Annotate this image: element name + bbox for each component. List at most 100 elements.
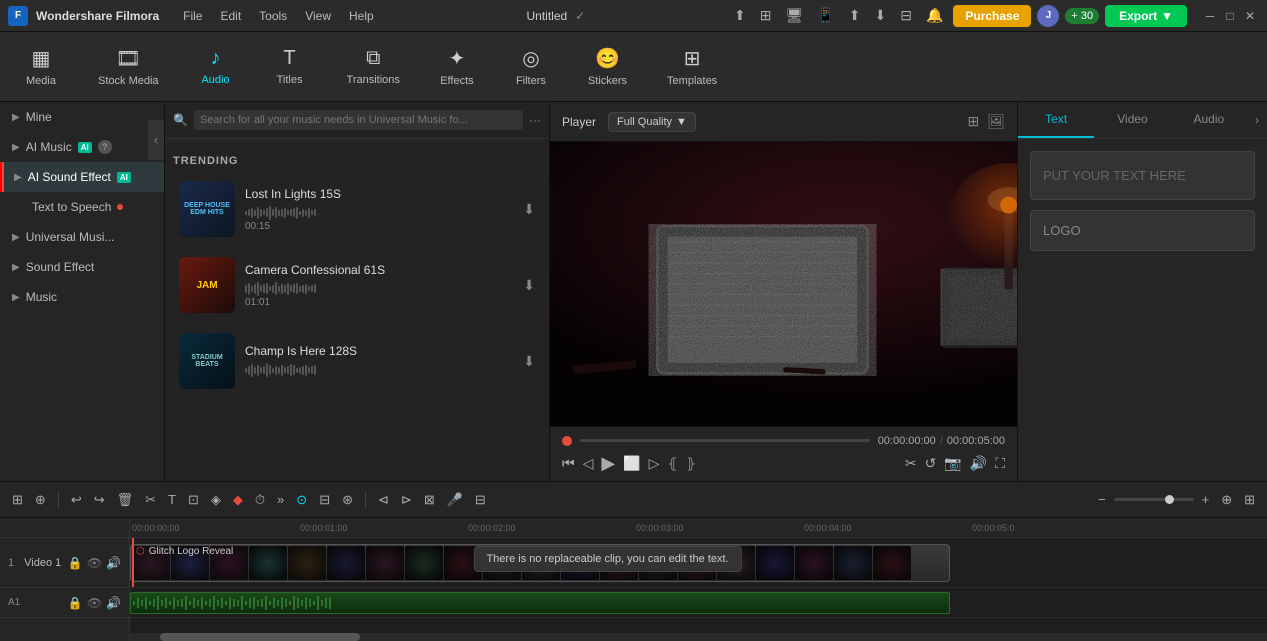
apps-icon[interactable]: ⊟	[896, 5, 916, 26]
audio-clip[interactable]: // Generate waveform bars via JS in the …	[130, 592, 950, 614]
stop-icon[interactable]: ⬜	[623, 455, 640, 472]
devices-icon[interactable]: 🖥	[782, 5, 808, 26]
maximize-button[interactable]: □	[1221, 7, 1239, 25]
tab-overflow-arrow[interactable]: ›	[1247, 102, 1267, 138]
track-1-download-icon[interactable]: ⬇	[523, 201, 535, 218]
loop-icon[interactable]: ↺	[925, 455, 937, 472]
screenshot-icon[interactable]: 📷	[944, 455, 961, 472]
timeline-scrollbar[interactable]	[130, 633, 1267, 641]
toolbar-audio[interactable]: ♪ Audio	[191, 41, 241, 92]
toolbar-stock-media[interactable]: 🎞 Stock Media	[90, 40, 167, 93]
color-icon[interactable]: ◈	[207, 489, 225, 511]
frame-back-icon[interactable]: ◁	[583, 455, 594, 472]
undo-icon[interactable]: ↩	[67, 489, 86, 511]
logo-box[interactable]: LOGO	[1030, 210, 1255, 251]
sidebar-item-ai-music[interactable]: ▶ AI Music AI ?	[0, 132, 164, 162]
image-view-icon[interactable]: 🖼	[987, 113, 1005, 130]
sidebar-item-sound-effect[interactable]: ▶ Sound Effect	[0, 252, 164, 282]
zoom-in-icon[interactable]: +	[1198, 489, 1214, 510]
toolbar-titles[interactable]: T Titles	[265, 41, 315, 92]
upload-icon[interactable]: ⬆	[845, 5, 865, 26]
ai-music-help-icon[interactable]: ?	[98, 140, 112, 154]
redo-icon[interactable]: ↪	[90, 489, 109, 511]
user-avatar[interactable]: J	[1037, 5, 1059, 27]
audio-track-2[interactable]: JAM Camera Confessional 61S 01:01 ⬇	[173, 249, 541, 321]
audio-track-3[interactable]: STADIUM BEATS Champ Is Here 128S ⬇	[173, 325, 541, 397]
progress-bar[interactable]: 00:00:00:00 / 00:00:05:00	[562, 435, 1005, 447]
more-options-icon[interactable]: ···	[529, 113, 541, 127]
frame-forward-icon[interactable]: ▷	[649, 455, 660, 472]
menu-file[interactable]: File	[175, 7, 210, 25]
play-icon[interactable]: ▶	[601, 453, 615, 474]
tab-audio[interactable]: Audio	[1171, 102, 1247, 138]
progress-track[interactable]	[580, 439, 870, 442]
keyframe-icon[interactable]: ◆	[229, 489, 247, 511]
toolbar-effects[interactable]: ✦ Effects	[432, 40, 482, 93]
menu-view[interactable]: View	[297, 7, 339, 25]
mark-out-icon[interactable]: ⦄	[686, 455, 696, 472]
sidebar-item-ai-sound-effect[interactable]: ▶ AI Sound Effect AI	[0, 162, 164, 192]
track-2-download-icon[interactable]: ⬇	[523, 277, 535, 294]
menu-help[interactable]: Help	[341, 7, 382, 25]
scrollbar-thumb[interactable]	[160, 633, 360, 641]
more-tools-icon[interactable]: »	[273, 489, 288, 510]
phone-icon[interactable]: 📱	[813, 5, 838, 26]
zoom-options-icon[interactable]: ⊞	[1240, 489, 1259, 511]
sidebar-item-music[interactable]: ▶ Music	[0, 282, 164, 312]
download-icon[interactable]: ⬇	[870, 5, 890, 26]
magnet-icon[interactable]: ⊕	[31, 489, 50, 511]
toolbar-stickers[interactable]: 😊 Stickers	[580, 40, 635, 93]
clip-protect-icon[interactable]: ⊳	[397, 489, 416, 511]
audio-search-input[interactable]	[194, 110, 523, 130]
zoom-fit-icon[interactable]: ⊕	[1217, 489, 1236, 511]
tab-video[interactable]: Video	[1094, 102, 1170, 138]
text-input-box[interactable]: PUT YOUR TEXT HERE	[1030, 151, 1255, 200]
track-audio-icon[interactable]: 🔊	[106, 556, 121, 570]
voiceover-icon[interactable]: 🎤	[443, 489, 467, 511]
text-icon[interactable]: T	[164, 489, 180, 510]
clip-replace-icon[interactable]: ⊠	[420, 489, 439, 511]
toolbar-media[interactable]: ▦ Media	[16, 40, 66, 93]
cloud-icon[interactable]: ⬆	[730, 5, 750, 26]
quality-select[interactable]: Full Quality ▼	[608, 112, 696, 132]
close-button[interactable]: ✕	[1241, 7, 1259, 25]
sidebar-collapse-button[interactable]: ‹	[148, 120, 164, 160]
delete-icon[interactable]: 🗑	[113, 489, 138, 511]
minimize-button[interactable]: ─	[1201, 7, 1219, 25]
purchase-button[interactable]: Purchase	[953, 5, 1031, 27]
speed-icon[interactable]: ⏱	[251, 489, 269, 511]
clip-icon[interactable]: ✂	[905, 455, 917, 472]
toolbar-filters[interactable]: ◎ Filters	[506, 40, 556, 93]
export-button[interactable]: Export ▼	[1105, 5, 1187, 27]
volume-icon[interactable]: 🔊	[970, 455, 987, 472]
fullscreen-icon[interactable]: ⛶	[995, 455, 1005, 472]
grid-view-icon[interactable]: ⊞	[967, 113, 979, 130]
sidebar-item-mine[interactable]: ▶ Mine	[0, 102, 164, 132]
clip-motion-icon[interactable]: ⊟	[315, 489, 334, 511]
audio-track-1[interactable]: DEEP HOUSE EDM HITS Lost In Lights 15S 0…	[173, 173, 541, 245]
track-eye-icon[interactable]: 👁	[87, 556, 102, 570]
motion-track-icon[interactable]: ⊛	[338, 489, 357, 511]
audio-track-eye-icon[interactable]: 👁	[87, 596, 102, 610]
audio-track-lock-icon[interactable]: 🔒	[68, 596, 83, 610]
mark-in-icon[interactable]: ⦃	[667, 455, 677, 472]
sidebar-item-text-to-speech[interactable]: Text to Speech	[0, 192, 164, 222]
menu-edit[interactable]: Edit	[212, 7, 249, 25]
alert-icon[interactable]: 🔔	[922, 5, 947, 26]
track-lock-icon[interactable]: 🔒	[68, 556, 83, 570]
track-3-download-icon[interactable]: ⬇	[523, 353, 535, 370]
sidebar-item-universal-music[interactable]: ▶ Universal Musi...	[0, 222, 164, 252]
ai-icon[interactable]: ⊙	[292, 489, 311, 511]
cut-icon[interactable]: ✂	[141, 489, 160, 511]
clip-start-icon[interactable]: ⊲	[374, 489, 393, 511]
marker-icon[interactable]: ⊟	[471, 489, 490, 511]
toolbar-transitions[interactable]: ⧉ Transitions	[339, 41, 408, 92]
tab-text[interactable]: Text	[1018, 102, 1094, 138]
menu-tools[interactable]: Tools	[251, 7, 295, 25]
zoom-slider[interactable]	[1114, 498, 1194, 501]
layout-icon[interactable]: ⊞	[8, 489, 27, 511]
toolbar-templates[interactable]: ⊞ Templates	[659, 40, 725, 93]
share-icon[interactable]: ⊞	[756, 5, 776, 26]
zoom-out-icon[interactable]: −	[1094, 489, 1110, 510]
step-back-icon[interactable]: ⏮	[562, 455, 575, 472]
